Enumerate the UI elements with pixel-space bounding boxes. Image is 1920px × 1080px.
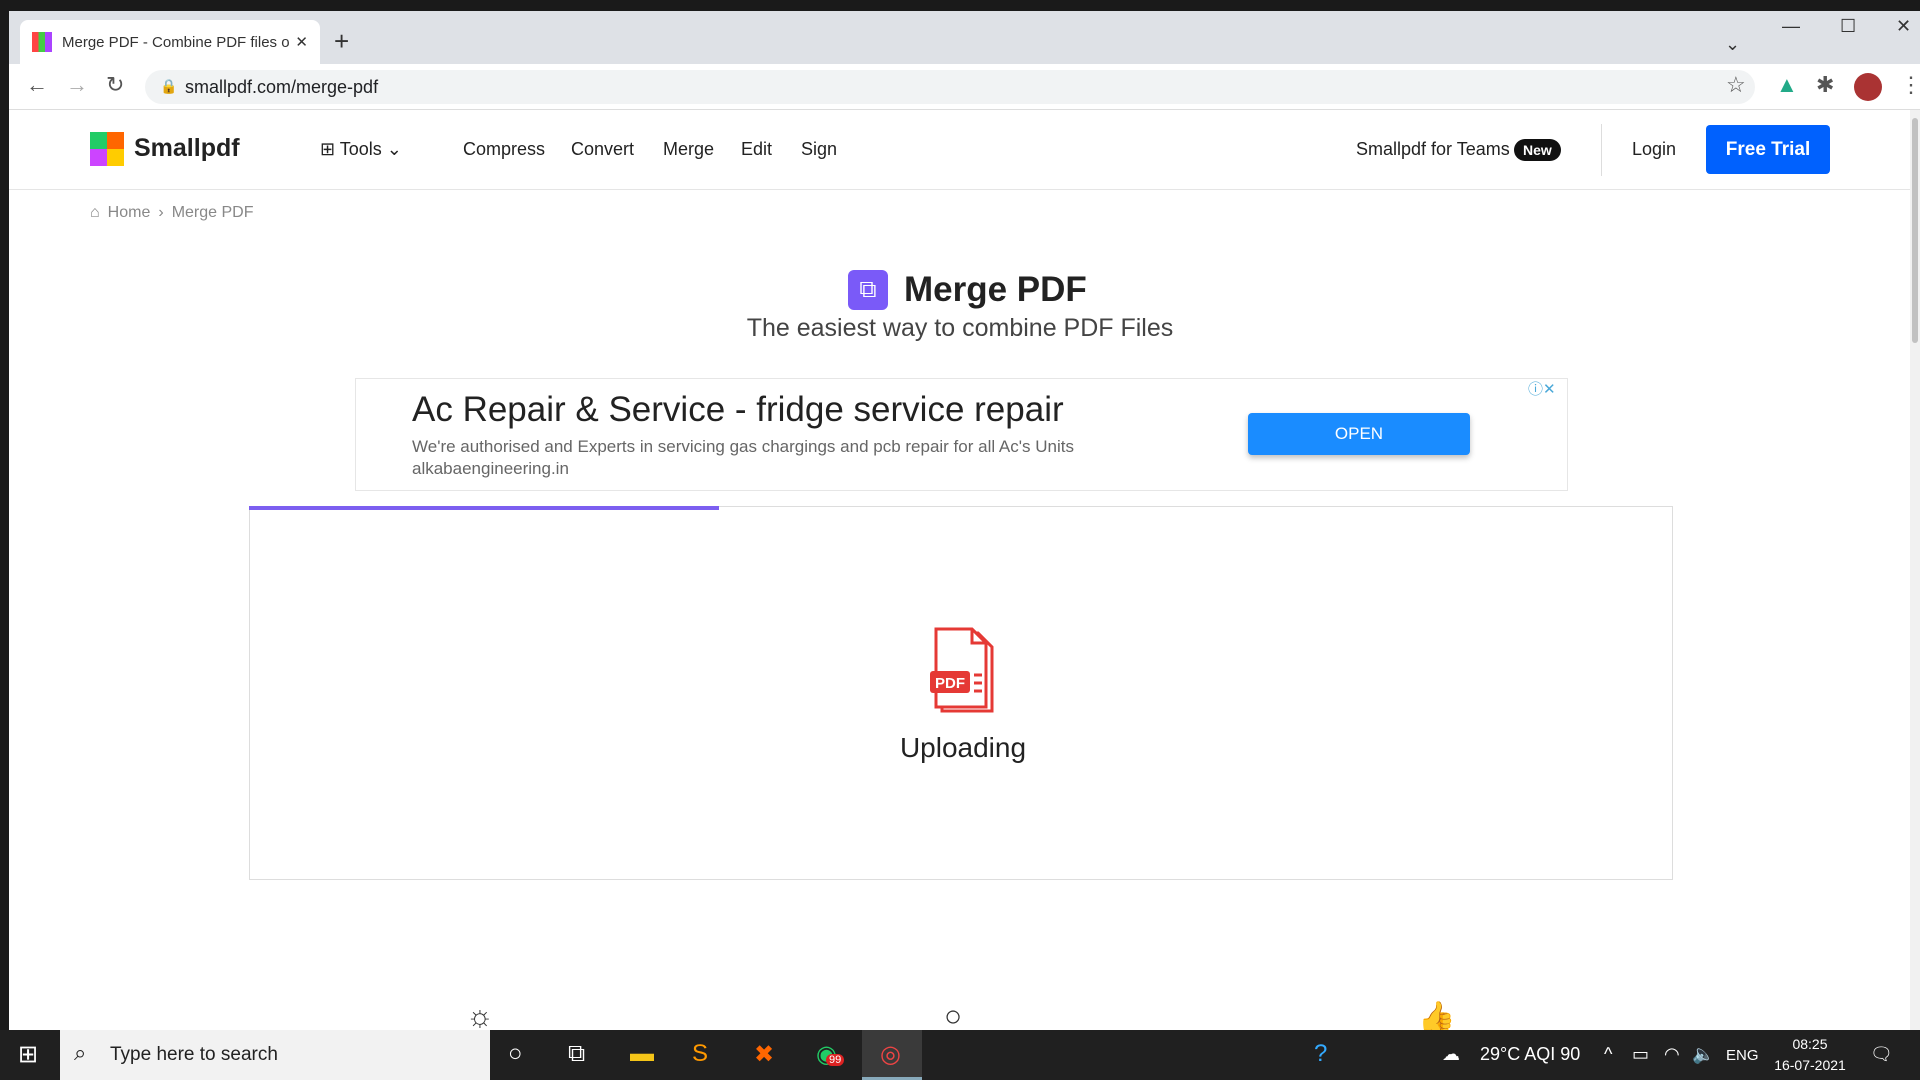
tray-overflow-icon[interactable]: ^ bbox=[1604, 1044, 1612, 1065]
close-tab-icon[interactable]: ✕ bbox=[295, 33, 308, 51]
wifi-icon[interactable]: ◠ bbox=[1664, 1044, 1680, 1065]
taskbar-search[interactable]: Type here to search bbox=[60, 1030, 490, 1080]
breadcrumb-home[interactable]: Home bbox=[108, 204, 151, 222]
page-subtitle: The easiest way to combine PDF Files bbox=[746, 314, 1174, 342]
windows-start-icon[interactable]: ⊞ bbox=[18, 1040, 38, 1069]
whatsapp-badge: 99 bbox=[826, 1054, 845, 1066]
brand-name[interactable]: Smallpdf bbox=[134, 134, 240, 163]
favicon-icon bbox=[32, 32, 52, 52]
circle-icon: ○ bbox=[944, 1000, 963, 1033]
minimize-button[interactable]: — bbox=[1782, 16, 1800, 37]
ad-body: We're authorised and Experts in servicin… bbox=[412, 437, 1074, 456]
volume-icon[interactable]: 🔈 bbox=[1692, 1044, 1714, 1065]
file-explorer-icon[interactable]: ▬ bbox=[630, 1040, 654, 1068]
nav-merge[interactable]: Merge bbox=[663, 139, 714, 160]
maximize-button[interactable]: ☐ bbox=[1840, 16, 1856, 37]
merge-icon: ⧉ bbox=[848, 270, 888, 310]
grid-icon: ⊞ bbox=[320, 139, 340, 159]
page-title: Merge PDF bbox=[904, 270, 1087, 309]
sublime-text-icon[interactable]: S bbox=[692, 1040, 708, 1068]
extensions-puzzle-icon[interactable]: ✱ bbox=[1816, 72, 1834, 98]
tools-label: Tools bbox=[339, 139, 382, 159]
tab-title: Merge PDF - Combine PDF files o bbox=[62, 33, 290, 51]
weather-icon: ☁ bbox=[1442, 1044, 1460, 1064]
help-icon[interactable]: ? bbox=[1314, 1040, 1327, 1068]
tab-search-icon[interactable]: ⌄ bbox=[1725, 34, 1740, 55]
close-window-button[interactable]: ✕ bbox=[1896, 16, 1911, 37]
xampp-icon[interactable]: ✖ bbox=[754, 1040, 774, 1069]
free-trial-button[interactable]: Free Trial bbox=[1706, 125, 1830, 174]
back-icon[interactable]: ← bbox=[26, 72, 48, 98]
browser-tab[interactable]: Merge PDF - Combine PDF files o ✕ bbox=[20, 20, 320, 64]
login-link[interactable]: Login bbox=[1632, 139, 1676, 160]
chrome-icon: ◎ bbox=[880, 1041, 901, 1068]
upload-status: Uploading bbox=[899, 732, 1027, 763]
task-view-icon[interactable]: ⧉ bbox=[568, 1040, 585, 1068]
reload-icon[interactable]: ↻ bbox=[106, 72, 124, 98]
site-header bbox=[9, 110, 1910, 190]
upload-progress-bar bbox=[249, 506, 719, 510]
breadcrumb-current: Merge PDF bbox=[171, 204, 254, 221]
profile-avatar[interactable] bbox=[1854, 73, 1882, 101]
search-icon: ⌕ bbox=[74, 1040, 87, 1065]
smallpdf-logo-icon[interactable] bbox=[90, 132, 124, 166]
nav-convert[interactable]: Convert bbox=[571, 139, 634, 160]
home-icon: ⌂ bbox=[90, 204, 100, 221]
notifications-icon[interactable]: 🗨 bbox=[1870, 1044, 1893, 1065]
breadcrumb-separator: › bbox=[158, 204, 164, 221]
clock-time: 08:25 bbox=[1792, 1036, 1828, 1052]
ad-domain[interactable]: alkabaengineering.in bbox=[412, 459, 569, 479]
bookmark-star-icon[interactable]: ☆ bbox=[1726, 72, 1746, 98]
nav-edit[interactable]: Edit bbox=[741, 139, 772, 160]
ad-close-icon[interactable]: ⓘ✕ bbox=[1528, 378, 1556, 399]
weather-text[interactable]: 29°C AQI 90 bbox=[1480, 1044, 1580, 1065]
nav-compress[interactable]: Compress bbox=[463, 139, 545, 160]
pdf-label: PDF bbox=[935, 675, 965, 692]
extension-icon[interactable]: ▲ bbox=[1776, 72, 1798, 98]
ad-headline[interactable]: Ac Repair & Service - fridge service rep… bbox=[412, 390, 1064, 430]
new-badge: New bbox=[1514, 139, 1561, 161]
battery-icon[interactable]: ▭ bbox=[1632, 1044, 1649, 1065]
cortana-icon[interactable]: ○ bbox=[508, 1040, 523, 1068]
menu-icon[interactable]: ⋮ bbox=[1900, 72, 1920, 98]
ad-open-button[interactable]: OPEN bbox=[1248, 413, 1470, 455]
lock-icon: 🔒 bbox=[160, 78, 178, 94]
teams-link[interactable]: Smallpdf for Teams bbox=[1356, 139, 1510, 160]
chevron-down-icon: ⌄ bbox=[381, 139, 402, 159]
clock-date: 16-07-2021 bbox=[1774, 1057, 1846, 1073]
scrollbar-thumb[interactable] bbox=[1912, 118, 1918, 343]
tools-menu[interactable]: ⊞ Tools ⌄ bbox=[320, 139, 402, 160]
address-bar[interactable]: smallpdf.com/merge-pdf bbox=[145, 70, 1755, 104]
url-text: smallpdf.com/merge-pdf bbox=[185, 76, 379, 97]
pdf-file-icon: PDF bbox=[930, 627, 994, 713]
clock[interactable]: 08:25 16-07-2021 bbox=[1770, 1034, 1850, 1076]
lightbulb-icon: ☼ bbox=[466, 1000, 494, 1033]
forward-icon[interactable]: → bbox=[66, 72, 88, 98]
nav-sign[interactable]: Sign bbox=[801, 139, 837, 160]
language-indicator[interactable]: ENG bbox=[1726, 1047, 1759, 1064]
search-placeholder: Type here to search bbox=[110, 1044, 278, 1065]
divider bbox=[1601, 124, 1602, 176]
new-tab-button[interactable]: + bbox=[334, 26, 349, 57]
breadcrumb: ⌂ Home › Merge PDF bbox=[90, 204, 253, 222]
